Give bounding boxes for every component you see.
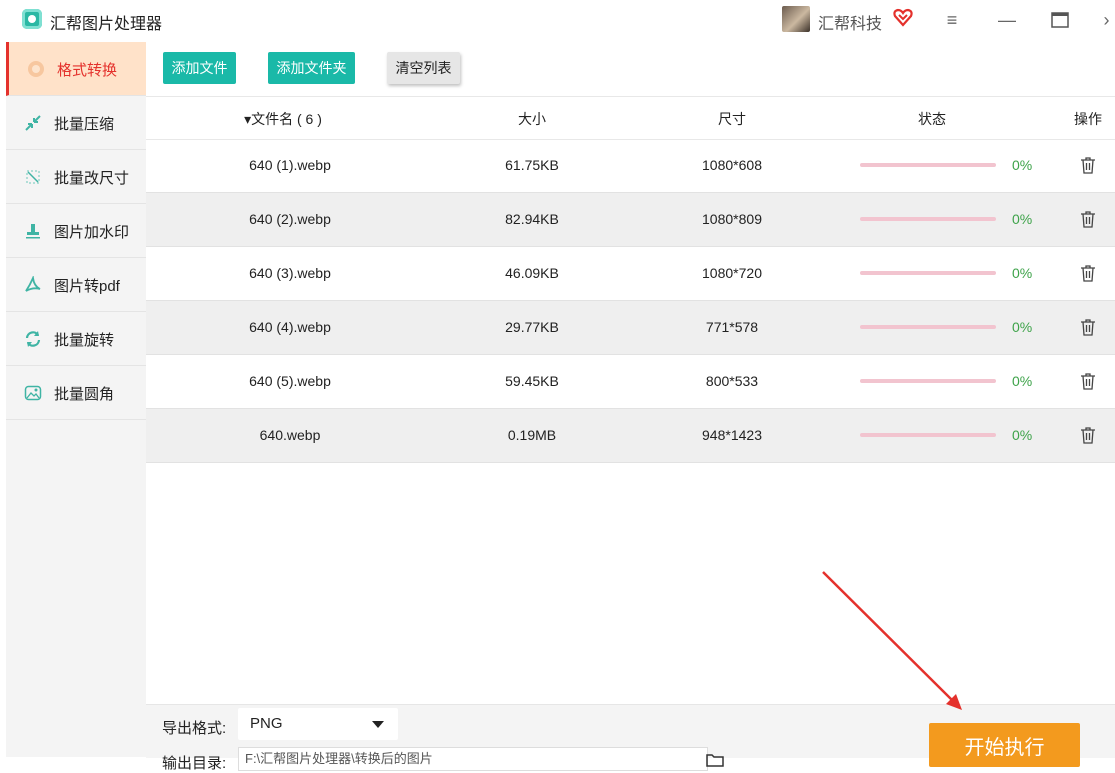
sidebar-item-resize[interactable]: 批量改尺寸: [6, 150, 146, 204]
user-name[interactable]: 汇帮科技: [818, 10, 882, 34]
file-size-cell: 61.75KB: [505, 157, 559, 173]
column-header-filename[interactable]: ▾文件名 ( 6 ): [244, 109, 322, 129]
file-name-cell: 640 (1).webp: [249, 157, 331, 173]
sidebar-item-format-convert[interactable]: 格式转换: [6, 42, 146, 96]
progress-percent: 0%: [1012, 211, 1033, 227]
progress-bar: [860, 163, 996, 167]
progress-bar: [860, 433, 996, 437]
close-more-icon[interactable]: ›: [1098, 8, 1115, 32]
file-name-cell: 640 (2).webp: [249, 211, 331, 227]
file-name-cell: 640 (5).webp: [249, 373, 331, 389]
bottom-panel: 导出格式: PNG 输出目录: F:\汇帮图片处理器\转换后的图片 开始执行: [146, 704, 1115, 772]
chevron-down-icon: [372, 721, 384, 728]
sidebar-item-label: 批量圆角: [54, 386, 115, 403]
title-bar: 汇帮图片处理器 汇帮科技 ≡ — ›: [0, 0, 1115, 40]
progress-percent: 0%: [1012, 265, 1033, 281]
app-title: 汇帮图片处理器: [50, 16, 163, 33]
format-convert-icon: [28, 61, 44, 77]
trash-icon[interactable]: [1080, 210, 1096, 228]
file-size-cell: 59.45KB: [505, 373, 559, 389]
column-header-size: 大小: [518, 111, 546, 127]
vip-heart-icon[interactable]: [893, 7, 913, 27]
trash-icon[interactable]: [1080, 372, 1096, 390]
folder-icon[interactable]: [706, 753, 724, 767]
progress-percent: 0%: [1012, 427, 1033, 443]
progress-bar: [860, 379, 996, 383]
progress-percent: 0%: [1012, 157, 1033, 173]
progress-percent: 0%: [1012, 373, 1033, 389]
resize-icon: [26, 170, 40, 184]
table-row[interactable]: 640 (1).webp 61.75KB 1080*608 0%: [146, 139, 1115, 193]
file-size-cell: 82.94KB: [505, 211, 559, 227]
table-row[interactable]: 640 (2).webp 82.94KB 1080*809 0%: [146, 193, 1115, 247]
progress-bar: [860, 217, 996, 221]
table-header: ▾文件名 ( 6 ) 大小 尺寸 状态 操作: [146, 96, 1115, 140]
output-dir-label: 输出目录:: [162, 755, 227, 772]
maximize-icon[interactable]: [1048, 8, 1072, 32]
file-dimensions-cell: 1080*608: [702, 157, 762, 173]
watermark-icon: [26, 224, 40, 239]
file-dimensions-cell: 800*533: [705, 373, 759, 389]
file-dimensions-cell: 1080*720: [702, 265, 762, 281]
sidebar-item-watermark[interactable]: 图片加水印: [6, 204, 146, 258]
minimize-icon[interactable]: —: [995, 8, 1019, 32]
progress-percent: 0%: [1012, 319, 1033, 335]
sidebar-item-label: 图片加水印: [54, 224, 130, 241]
sidebar-item-label: 批量改尺寸: [54, 170, 130, 187]
clear-list-button[interactable]: 清空列表: [387, 52, 460, 84]
sidebar-item-label: 批量压缩: [54, 116, 115, 133]
file-size-cell: 29.77KB: [505, 319, 559, 335]
column-header-action: 操作: [1074, 111, 1102, 127]
sidebar-item-to-pdf[interactable]: 图片转pdf: [6, 258, 146, 312]
file-dimensions-cell: 771*578: [705, 319, 759, 335]
file-dimensions-cell: 948*1423: [702, 427, 762, 443]
progress-bar: [860, 271, 996, 275]
trash-icon[interactable]: [1080, 318, 1096, 336]
progress-bar: [860, 325, 996, 329]
add-folder-button[interactable]: 添加文件夹: [268, 52, 355, 84]
column-header-dimensions: 尺寸: [718, 111, 746, 127]
file-size-cell: 0.19MB: [507, 427, 557, 443]
main-panel: 添加文件 添加文件夹 清空列表 ▾文件名 ( 6 ) 大小 尺寸 状态 操作 6…: [146, 42, 1115, 772]
round-corner-icon: [24, 385, 42, 401]
table-row[interactable]: 640 (4).webp 29.77KB 771*578 0%: [146, 301, 1115, 355]
table-row[interactable]: 640 (5).webp 59.45KB 800*533 0%: [146, 355, 1115, 409]
column-header-status: 状态: [918, 111, 946, 127]
compress-icon: [25, 115, 41, 131]
file-dimensions-cell: 1080*809: [702, 211, 762, 227]
file-name-cell: 640 (3).webp: [249, 265, 331, 281]
export-format-label: 导出格式:: [162, 720, 227, 737]
trash-icon[interactable]: [1080, 264, 1096, 282]
sidebar-item-label: 图片转pdf: [54, 278, 120, 295]
sidebar-item-rotate[interactable]: 批量旋转: [6, 312, 146, 366]
sidebar-item-label: 批量旋转: [54, 332, 115, 349]
sidebar-item-compress[interactable]: 批量压缩: [6, 96, 146, 150]
file-name-cell: 640 (4).webp: [249, 319, 331, 335]
app-logo-icon: [22, 9, 42, 29]
file-size-cell: 46.09KB: [505, 265, 559, 281]
sidebar-item-round-corner[interactable]: 批量圆角: [6, 366, 146, 420]
export-format-select[interactable]: PNG: [238, 708, 398, 740]
table-row[interactable]: 640 (3).webp 46.09KB 1080*720 0%: [146, 247, 1115, 301]
user-avatar[interactable]: [782, 6, 810, 32]
sidebar-item-label: 格式转换: [57, 62, 118, 79]
trash-icon[interactable]: [1080, 156, 1096, 174]
trash-icon[interactable]: [1080, 426, 1096, 444]
start-button[interactable]: 开始执行: [929, 723, 1080, 767]
sidebar: 格式转换 批量压缩 批量改尺寸 图片加水印 图片转pdf 批量旋转 批量圆角: [6, 42, 146, 757]
table-row[interactable]: 640.webp 0.19MB 948*1423 0%: [146, 409, 1115, 463]
file-name-cell: 640.webp: [259, 427, 321, 443]
menu-icon[interactable]: ≡: [940, 8, 964, 32]
pdf-icon: [25, 276, 41, 292]
output-dir-field[interactable]: F:\汇帮图片处理器\转换后的图片: [238, 747, 708, 771]
export-format-value: PNG: [250, 715, 283, 732]
rotate-icon: [25, 331, 41, 347]
add-file-button[interactable]: 添加文件: [163, 52, 236, 84]
